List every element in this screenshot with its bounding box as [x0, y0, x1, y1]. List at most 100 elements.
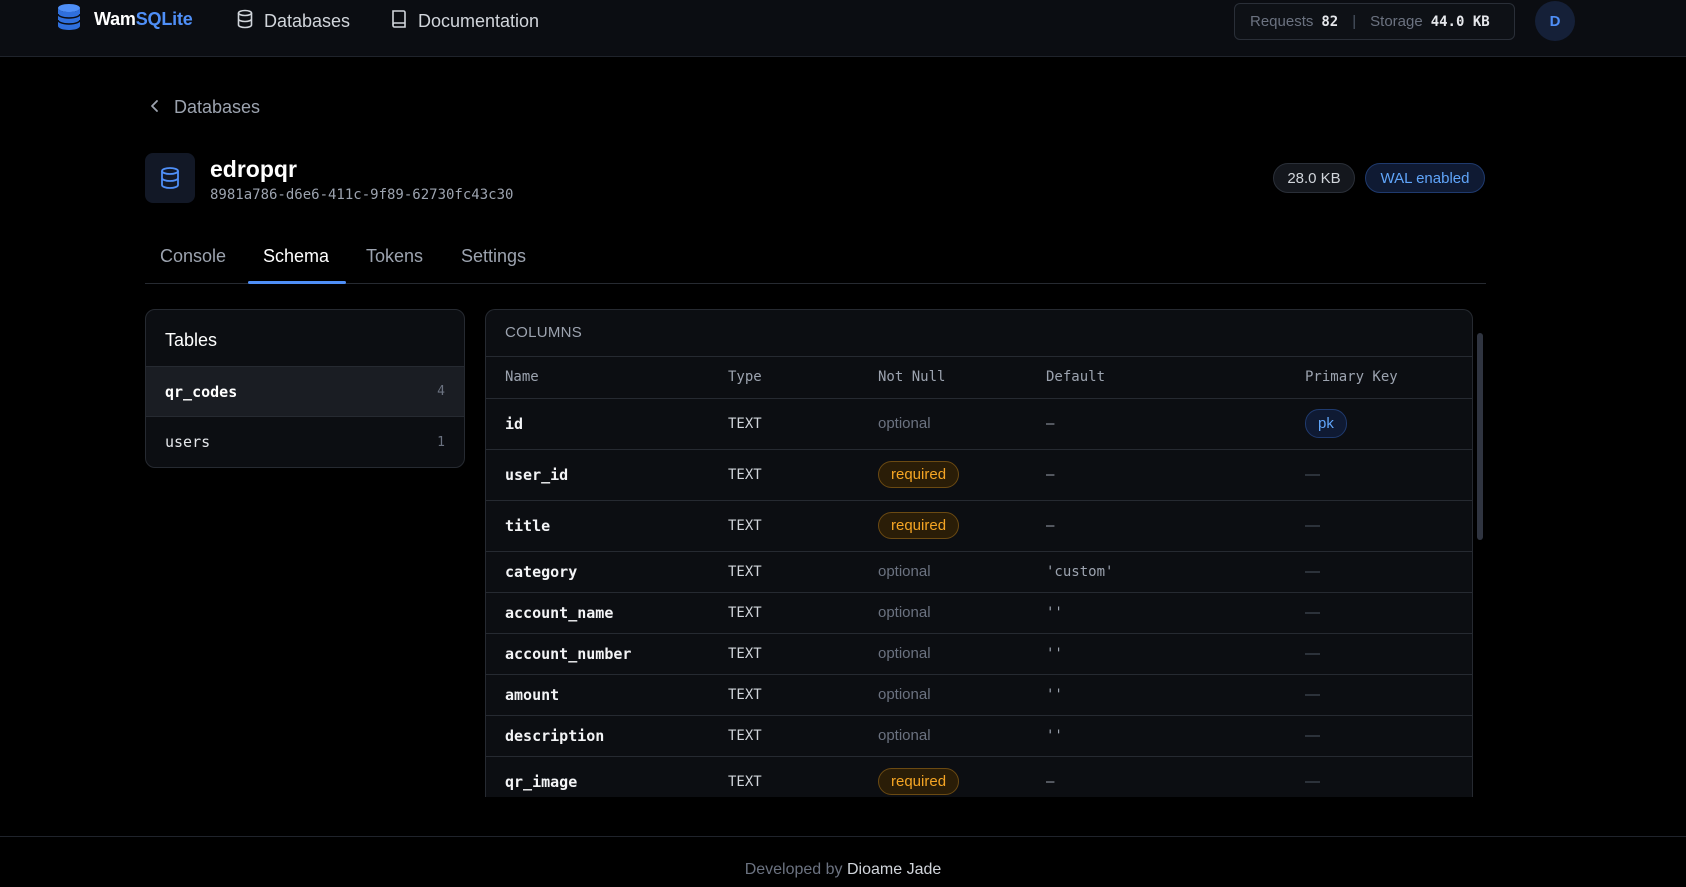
active-tab-indicator	[248, 281, 346, 284]
database-icon	[145, 153, 195, 203]
column-default: —	[1027, 398, 1286, 450]
table-row: amount TEXT optional '' —	[486, 674, 1472, 716]
column-name: qr_image	[486, 756, 709, 797]
column-header-default: Default	[1027, 357, 1286, 399]
table-row: description TEXT optional '' —	[486, 715, 1472, 757]
footer-credit: Developed by Dioame Jade	[0, 861, 1686, 879]
table-row: account_number TEXT optional '' —	[486, 633, 1472, 675]
table-row: qr_image TEXT required — —	[486, 756, 1472, 797]
wal-status-badge: WAL enabled	[1365, 163, 1485, 193]
column-primary-key: —	[1286, 715, 1472, 757]
database-logo-icon	[56, 3, 82, 36]
primary-key-badge: pk	[1305, 409, 1347, 438]
stats-divider: |	[1352, 13, 1357, 30]
tab-tokens[interactable]: Tokens	[366, 246, 423, 267]
column-not-null: optional	[859, 592, 1027, 634]
column-name: description	[486, 715, 709, 757]
table-item-name: users	[165, 433, 211, 451]
column-header-type: Type	[709, 357, 859, 399]
column-header-primary-key: Primary Key	[1286, 357, 1472, 399]
table-item-name: qr_codes	[165, 382, 238, 401]
breadcrumb[interactable]: Databases	[148, 97, 260, 118]
table-item-users[interactable]: users 1	[146, 417, 464, 467]
footer-author-link[interactable]: Dioame Jade	[847, 861, 941, 878]
column-primary-key: —	[1286, 756, 1472, 797]
footer-prefix: Developed by	[744, 861, 843, 878]
nav-documentation-label: Documentation	[418, 11, 540, 31]
column-type: TEXT	[709, 551, 859, 593]
column-default: 'custom'	[1027, 551, 1286, 593]
columns-panel: COLUMNS Name Type Not Null Default Prima…	[485, 309, 1473, 797]
database-tabs: Console Schema Tokens Settings	[145, 240, 1486, 284]
column-name: user_id	[486, 449, 709, 501]
column-default: ''	[1027, 633, 1286, 675]
table-item-count: 4	[437, 384, 445, 399]
tab-settings[interactable]: Settings	[461, 246, 526, 267]
database-icon	[236, 9, 254, 34]
column-name: account_name	[486, 592, 709, 634]
columns-scrollbar[interactable]	[1477, 333, 1483, 540]
usage-stats: Requests 82 | Storage 44.0 KB	[1234, 3, 1515, 40]
column-not-null: optional	[859, 398, 1027, 450]
app-logo[interactable]: WamSQLite	[56, 3, 193, 36]
columns-panel-title: COLUMNS	[486, 310, 1472, 357]
columns-header-row: Name Type Not Null Default Primary Key	[486, 357, 1472, 399]
column-default: ''	[1027, 592, 1286, 634]
top-bar: WamSQLite Databases Documentation Reques…	[0, 0, 1686, 57]
user-avatar[interactable]: D	[1535, 1, 1575, 41]
column-default: —	[1027, 500, 1286, 552]
column-type: TEXT	[709, 633, 859, 675]
required-badge: required	[878, 461, 960, 488]
column-type: TEXT	[709, 449, 859, 501]
tables-panel-title: Tables	[146, 310, 464, 367]
column-default: —	[1027, 449, 1286, 501]
book-icon	[390, 9, 408, 34]
storage-label: Storage	[1370, 13, 1423, 30]
table-item-qr-codes[interactable]: qr_codes 4	[146, 367, 464, 417]
column-name: category	[486, 551, 709, 593]
column-default: ''	[1027, 674, 1286, 716]
database-uuid: 8981a786-d6e6-411c-9f89-62730fc43c30	[210, 187, 514, 203]
table-row: id TEXT optional — pk	[486, 398, 1472, 450]
column-primary-key: —	[1286, 551, 1472, 593]
tables-panel: Tables qr_codes 4 users 1	[145, 309, 465, 468]
column-not-null: required	[859, 449, 1027, 501]
column-name: title	[486, 500, 709, 552]
chevron-left-icon	[148, 97, 162, 118]
column-not-null: optional	[859, 551, 1027, 593]
columns-table: Name Type Not Null Default Primary Key i…	[486, 357, 1472, 797]
column-name: amount	[486, 674, 709, 716]
column-not-null: required	[859, 756, 1027, 797]
column-header-name: Name	[486, 357, 709, 399]
nav-documentation[interactable]: Documentation	[390, 9, 539, 34]
table-row: category TEXT optional 'custom' —	[486, 551, 1472, 593]
database-name: edropqr	[210, 156, 297, 182]
column-type: TEXT	[709, 756, 859, 797]
column-name: account_number	[486, 633, 709, 675]
column-primary-key: —	[1286, 500, 1472, 552]
table-row: user_id TEXT required — —	[486, 449, 1472, 501]
tab-console[interactable]: Console	[160, 246, 226, 267]
column-primary-key: pk	[1286, 398, 1472, 450]
column-primary-key: —	[1286, 633, 1472, 675]
requests-label: Requests	[1250, 13, 1314, 30]
nav-databases[interactable]: Databases	[236, 9, 350, 34]
column-type: TEXT	[709, 500, 859, 552]
column-not-null: optional	[859, 715, 1027, 757]
required-badge: required	[878, 768, 960, 795]
database-size-badge: 28.0 KB	[1273, 163, 1355, 193]
column-type: TEXT	[709, 592, 859, 634]
column-header-not-null: Not Null	[859, 357, 1027, 399]
app-name: WamSQLite	[94, 9, 193, 29]
requests-value: 82	[1321, 13, 1339, 30]
tab-schema[interactable]: Schema	[263, 246, 329, 267]
column-default: ''	[1027, 715, 1286, 757]
column-not-null: optional	[859, 674, 1027, 716]
column-type: TEXT	[709, 715, 859, 757]
storage-value: 44.0 KB	[1430, 13, 1490, 30]
column-not-null: optional	[859, 633, 1027, 675]
column-primary-key: —	[1286, 592, 1472, 634]
breadcrumb-label: Databases	[174, 97, 261, 117]
column-primary-key: —	[1286, 449, 1472, 501]
table-row: account_name TEXT optional '' —	[486, 592, 1472, 634]
